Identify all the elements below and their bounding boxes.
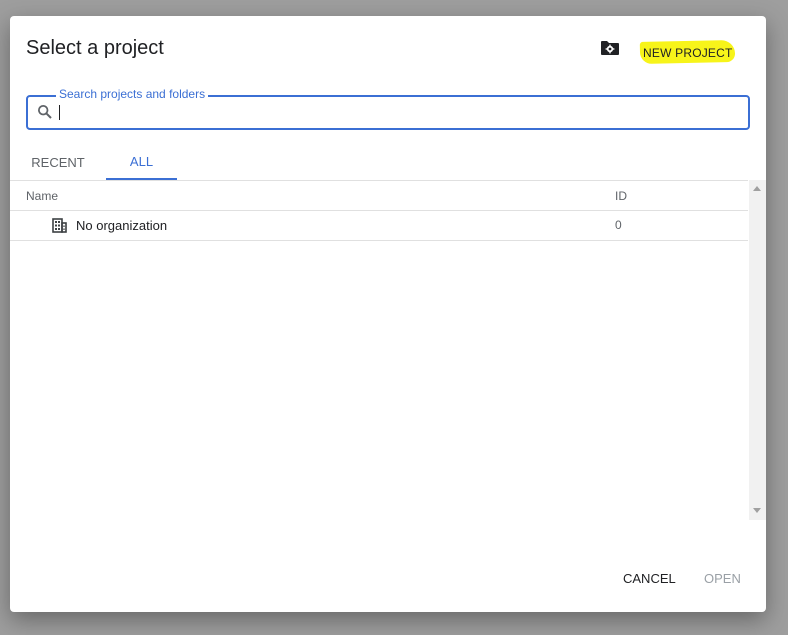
folder-settings-button[interactable] <box>598 36 622 60</box>
scroll-down-arrow-icon[interactable] <box>753 508 761 513</box>
projects-table: Name ID No organization 0 <box>10 180 748 521</box>
open-button[interactable]: OPEN <box>698 564 747 592</box>
dialog-title: Select a project <box>26 37 164 59</box>
tab-all[interactable]: ALL <box>106 144 177 180</box>
text-cursor <box>59 105 60 120</box>
search-field[interactable]: Search projects and folders <box>26 87 750 130</box>
column-header-name[interactable]: Name <box>26 189 58 203</box>
organization-icon <box>52 218 67 233</box>
tab-recent[interactable]: RECENT <box>26 144 90 180</box>
table-header: Name ID <box>10 181 748 211</box>
new-project-button[interactable]: NEW PROJECT <box>638 38 738 68</box>
search-icon <box>37 104 52 119</box>
org-id: 0 <box>615 218 622 232</box>
table-row[interactable]: No organization 0 <box>10 211 748 241</box>
select-project-dialog: Select a project NEW PROJECT Search proj… <box>10 16 766 612</box>
column-header-id[interactable]: ID <box>615 189 627 203</box>
search-label: Search projects and folders <box>56 87 209 101</box>
search-input[interactable] <box>58 102 728 122</box>
scrollbar[interactable] <box>749 180 766 520</box>
new-project-label: NEW PROJECT <box>643 46 733 60</box>
org-name: No organization <box>76 218 168 233</box>
folder-settings-icon <box>601 41 619 55</box>
cancel-button[interactable]: CANCEL <box>617 564 682 592</box>
scroll-up-arrow-icon[interactable] <box>753 186 761 191</box>
